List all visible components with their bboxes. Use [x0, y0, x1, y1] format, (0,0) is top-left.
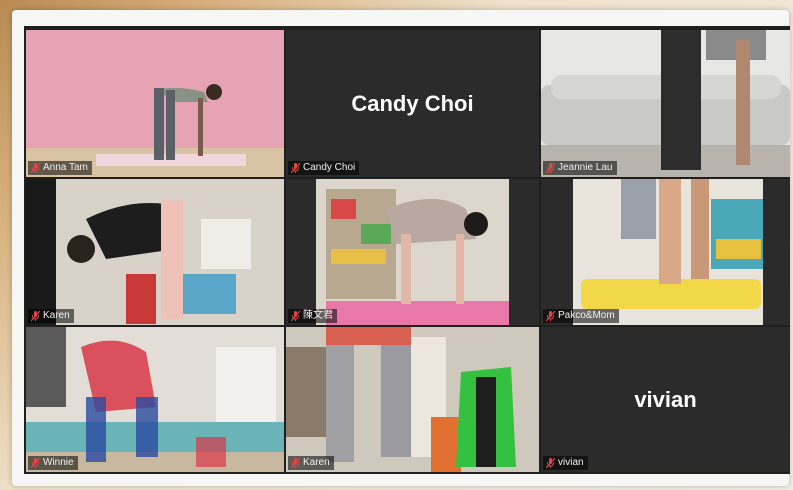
- mic-muted-icon: [546, 310, 555, 321]
- participant-name: Winnie: [43, 457, 74, 468]
- video-tile[interactable]: Anna Tam: [26, 30, 284, 177]
- video-feed: [26, 179, 284, 325]
- mic-muted-icon: [291, 162, 300, 173]
- mic-muted-icon: [31, 162, 40, 173]
- participant-nametag: Anna Tam: [28, 161, 92, 175]
- video-tile[interactable]: vivian vivian: [541, 327, 790, 472]
- participant-name: Anna Tam: [43, 162, 88, 173]
- video-tile[interactable]: Karen: [26, 179, 284, 325]
- mic-muted-icon: [291, 310, 300, 321]
- participant-name: 陳文君: [303, 310, 333, 321]
- participant-nametag: Karen: [288, 456, 334, 470]
- participant-display-name: vivian: [634, 386, 697, 412]
- video-feed: [541, 179, 790, 325]
- mic-muted-icon: [291, 457, 300, 468]
- participant-display-name: Candy Choi: [351, 90, 474, 116]
- participant-nametag: 陳文君: [288, 309, 337, 323]
- video-feed: [26, 327, 284, 472]
- video-tile[interactable]: Pakco&Mom: [541, 179, 790, 325]
- mic-muted-icon: [546, 457, 555, 468]
- video-feed: [286, 327, 539, 472]
- mic-muted-icon: [546, 162, 555, 173]
- participant-name: Pakco&Mom: [558, 310, 615, 321]
- participant-nametag: Winnie: [28, 456, 78, 470]
- participant-name: Karen: [303, 457, 330, 468]
- video-feed: [286, 179, 539, 325]
- participant-name: Karen: [43, 310, 70, 321]
- video-tile[interactable]: Jeannie Lau: [541, 30, 790, 177]
- participant-name: vivian: [558, 457, 584, 468]
- participant-nametag: vivian: [543, 456, 588, 470]
- participant-nametag: Pakco&Mom: [543, 309, 619, 323]
- participant-nametag: Candy Choi: [288, 161, 360, 175]
- participant-name: Candy Choi: [303, 162, 356, 173]
- mic-muted-icon: [31, 310, 40, 321]
- video-tile[interactable]: Karen: [286, 327, 539, 472]
- participant-nametag: Jeannie Lau: [543, 161, 617, 175]
- video-tile[interactable]: Candy Choi Candy Choi: [286, 30, 539, 177]
- video-feed: [541, 30, 790, 177]
- mic-muted-icon: [31, 457, 40, 468]
- participant-name: Jeannie Lau: [558, 162, 613, 173]
- video-feed: [26, 30, 284, 177]
- video-tile[interactable]: Winnie: [26, 327, 284, 472]
- video-tile[interactable]: 陳文君: [286, 179, 539, 325]
- video-gallery: Anna Tam Candy Choi Candy Choi Jeannie L…: [24, 26, 790, 474]
- participant-nametag: Karen: [28, 309, 74, 323]
